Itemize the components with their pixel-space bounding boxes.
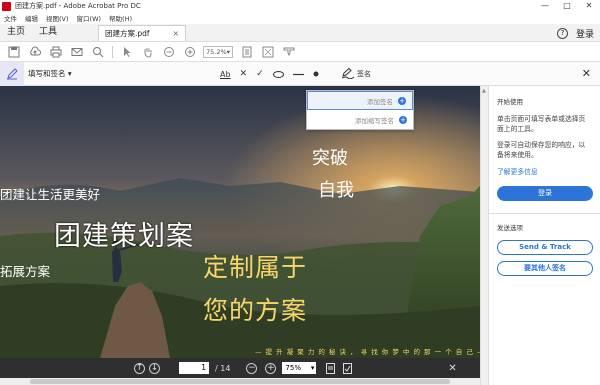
fullscreen-icon[interactable]	[261, 45, 275, 59]
fill-sign-toolbar: 填写和签名 ▾ Ab ✕ ✓ 签名 ✕	[0, 61, 600, 86]
add-text-icon[interactable]: Ab	[220, 70, 231, 79]
window-controls: — □ ✕	[534, 0, 600, 12]
doc-text-line1: 团建让生活更美好	[0, 187, 101, 202]
right-pane: 开始使用 单击页面可填写表单或选择页面上的工具。 登录可自动保存您的响应，以备将…	[488, 86, 600, 385]
comment-tool-icon[interactable]	[282, 45, 296, 59]
fill-sign-pen-icon[interactable]	[0, 61, 24, 86]
ellipse-tool-icon[interactable]	[272, 70, 284, 78]
save-icon[interactable]	[7, 45, 21, 59]
main-toolbar: 75.2% ▾	[0, 42, 600, 62]
request-signature-button[interactable]: 要其他人签名	[497, 261, 593, 276]
zoom-out-icon[interactable]	[162, 45, 176, 59]
sign-button[interactable]: 签名	[341, 62, 371, 86]
page-fit-icon[interactable]	[326, 362, 336, 374]
scroll-up-icon[interactable]: ▲	[482, 88, 486, 94]
menu-help[interactable]: 帮助(H)	[109, 13, 132, 23]
login-button[interactable]: 登录	[497, 186, 593, 201]
zoom-out-circle-icon[interactable]: −	[246, 362, 258, 374]
acrobat-icon	[2, 1, 11, 11]
pane-divider	[489, 213, 600, 214]
dot-tool-icon[interactable]	[313, 71, 319, 77]
zoom-select[interactable]: 75.2% ▾	[203, 45, 233, 58]
close-tab-icon[interactable]: ×	[172, 29, 179, 38]
doc-white-line1: 突破	[312, 148, 348, 169]
plus-icon: +	[398, 96, 406, 105]
add-signature-label: 添加签名	[367, 97, 393, 106]
learn-more-link[interactable]: 了解更多信息	[497, 166, 592, 176]
signin-link[interactable]: 登录	[576, 27, 594, 40]
menu-view[interactable]: 视图(V)	[46, 13, 69, 23]
menu-file[interactable]: 文件	[4, 13, 17, 23]
fill-sign-label[interactable]: 填写和签名 ▾	[28, 68, 72, 79]
tab-home[interactable]: 主页	[0, 23, 32, 41]
fill-sign-label-text: 填写和签名	[28, 69, 66, 78]
document-tab-label: 团建方案.pdf	[105, 29, 150, 38]
select-cursor-icon[interactable]	[120, 45, 134, 59]
print-icon[interactable]	[49, 45, 63, 59]
page-navigation-bar: ↑ ↓ 1 / 14 − + 75% ▾ ✕	[0, 358, 480, 378]
zoom-dropdown[interactable]: 75% ▾	[282, 362, 317, 374]
hand-icon[interactable]	[141, 45, 155, 59]
title-bar: 团建方案.pdf - Adobe Acrobat Pro DC — □ ✕	[0, 0, 600, 12]
sign-label: 签名	[357, 70, 371, 78]
toolbar-divider	[112, 45, 113, 58]
menu-window[interactable]: 窗口(W)	[77, 13, 102, 23]
fit-page-icon[interactable]	[240, 45, 254, 59]
chevron-down-icon: ▾	[310, 364, 315, 372]
add-signature-item[interactable]: 添加签名 +	[307, 91, 413, 110]
search-icon[interactable]	[91, 45, 105, 59]
zoom-value: 75.2%	[206, 47, 227, 56]
menu-bar: 文件 编辑 视图(V) 窗口(W) 帮助(H)	[0, 12, 600, 24]
line-tool-icon[interactable]	[292, 73, 304, 76]
window-title: 团建方案.pdf - Adobe Acrobat Pro DC	[15, 2, 141, 10]
upload-cloud-icon[interactable]	[28, 45, 42, 59]
send-options-heading: 发送选项	[497, 224, 523, 232]
doc-gold-line1: 定制属于	[203, 253, 308, 282]
fill-tools: Ab ✕ ✓	[220, 62, 319, 86]
tab-row: 主页 工具 团建方案.pdf × ? 登录	[0, 24, 600, 42]
pane-heading: 开始使用	[497, 98, 523, 106]
zoom-in-icon[interactable]	[183, 45, 197, 59]
next-page-icon[interactable]: ↓	[149, 362, 160, 374]
menu-edit[interactable]: 编辑	[25, 13, 38, 23]
pane-description: 单击页面可填写表单或选择页面上的工具。	[497, 115, 586, 133]
send-track-button[interactable]: Send & Track	[497, 240, 593, 255]
email-icon[interactable]	[70, 45, 84, 59]
check-mark-icon[interactable]: ✓	[256, 69, 264, 79]
document-tab[interactable]: 团建方案.pdf ×	[98, 25, 187, 41]
minimize-button[interactable]: —	[534, 0, 556, 12]
chevron-down-icon: ▾	[226, 47, 230, 56]
page-save-icon[interactable]	[343, 362, 353, 374]
add-text-label: Ab	[220, 69, 231, 79]
page-number-input[interactable]: 1	[179, 362, 209, 374]
pane-login-description: 登录可自动保存您的响应，以备将来使用。	[497, 141, 586, 159]
doc-gold-line2: 您的方案	[203, 296, 308, 325]
signature-menu: 添加签名 + 添加缩写签名 +	[306, 90, 414, 130]
tab-tools[interactable]: 工具	[32, 23, 64, 41]
zoom-in-circle-icon[interactable]: +	[265, 362, 277, 374]
zoom-dropdown-value: 75%	[285, 364, 301, 372]
add-initials-item[interactable]: 添加缩写签名 +	[307, 110, 413, 129]
doc-bottom-text: — 提 升 凝 聚 力 的 秘 诀 ， 寻 找 你 梦 中 的 那 一 个 自 …	[255, 348, 480, 356]
doc-white-line2: 自我	[318, 180, 354, 201]
sign-pen-icon	[341, 67, 355, 81]
doc-text-line3: 拓展方案	[0, 264, 51, 279]
close-fill-sign-icon[interactable]: ✕	[582, 67, 591, 80]
add-initials-label: 添加缩写签名	[355, 116, 394, 125]
close-button[interactable]: ✕	[578, 0, 600, 12]
plus-icon: +	[399, 115, 407, 124]
doc-headline: 团建策划案	[54, 221, 194, 252]
scroll-thumb[interactable]	[30, 379, 450, 384]
page-total: / 14	[215, 363, 231, 373]
maximize-button[interactable]: □	[556, 0, 578, 12]
horizontal-scrollbar[interactable]	[0, 378, 480, 385]
prev-page-icon[interactable]: ↑	[134, 362, 145, 374]
vertical-scrollbar[interactable]: ▲	[480, 86, 488, 385]
cross-mark-icon[interactable]: ✕	[240, 69, 248, 79]
help-icon[interactable]: ?	[556, 27, 568, 39]
close-bar-icon[interactable]: ✕	[448, 363, 456, 374]
